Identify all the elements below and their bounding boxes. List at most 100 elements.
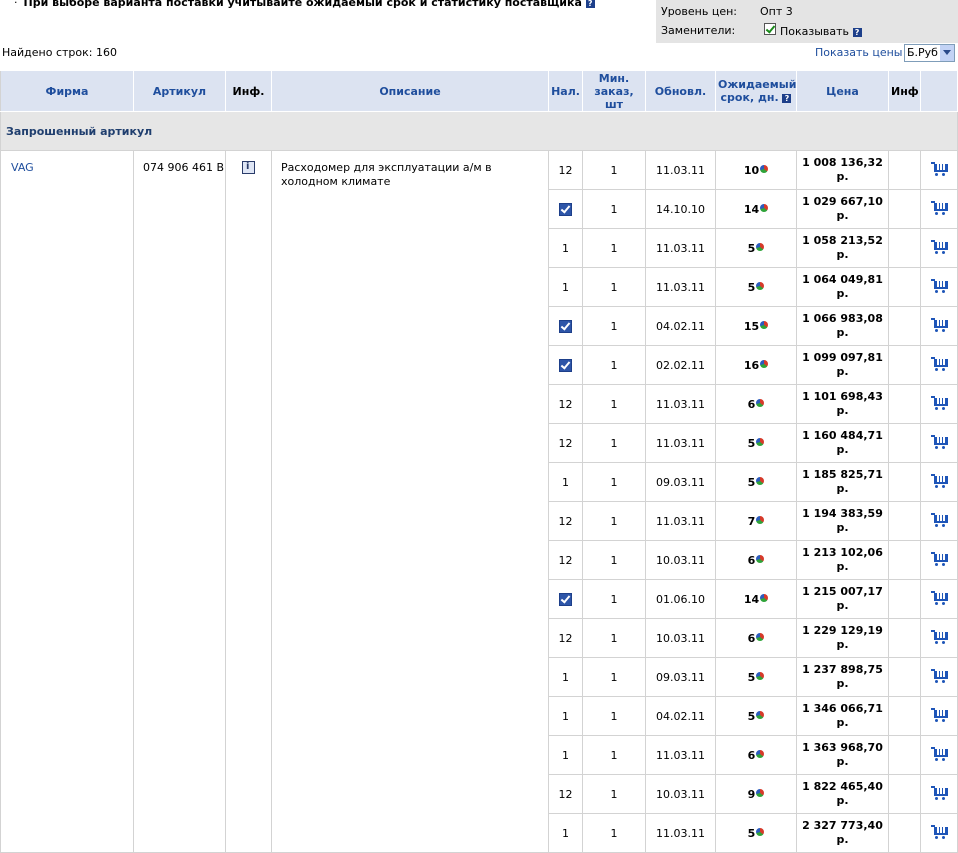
- statistics-pie-icon[interactable]: [756, 710, 765, 719]
- stock-cell: 12: [548, 150, 583, 190]
- statistics-pie-icon[interactable]: [756, 554, 765, 563]
- add-to-cart-icon[interactable]: [931, 746, 948, 761]
- add-to-cart-icon[interactable]: [931, 356, 948, 371]
- notice: · При выборе варианта поставки учитывайте…: [14, 0, 595, 9]
- statistics-pie-icon[interactable]: [760, 164, 769, 173]
- info-icon[interactable]: [242, 161, 255, 174]
- currency-select[interactable]: Б.Руб: [904, 44, 955, 62]
- firm-link[interactable]: VAG: [0, 150, 134, 853]
- stock-cell: 1: [548, 735, 583, 775]
- stock-cell: 1: [548, 657, 583, 697]
- cart-cell: [920, 696, 958, 736]
- price-cell: 1 101 698,43 р.: [796, 384, 889, 424]
- col-info2: Инф: [888, 70, 921, 112]
- info2-cell: [888, 384, 921, 424]
- add-to-cart-icon[interactable]: [931, 824, 948, 839]
- col-info: Инф.: [225, 70, 272, 112]
- term-value: 15: [743, 319, 760, 333]
- term-cell: 5: [715, 657, 797, 697]
- statistics-pie-icon[interactable]: [756, 827, 765, 836]
- statistics-pie-icon[interactable]: [756, 476, 765, 485]
- statistics-pie-icon[interactable]: [760, 593, 769, 602]
- term-cell: 16: [715, 345, 797, 385]
- price-settings-panel: Уровень цен: Опт 3 Заменители: Показыват…: [656, 0, 958, 43]
- info2-cell: [888, 501, 921, 541]
- updated-cell: 04.02.11: [645, 306, 716, 346]
- col-updated[interactable]: Обновл.: [645, 70, 716, 112]
- statistics-pie-icon[interactable]: [756, 749, 765, 758]
- min-order-cell: 1: [582, 579, 646, 619]
- statistics-pie-icon[interactable]: [756, 671, 765, 680]
- stock-cell: 1: [548, 696, 583, 736]
- table-header: Фирма Артикул Инф. Описание Нал. Мин. за…: [0, 70, 958, 112]
- add-to-cart-icon[interactable]: [931, 707, 948, 722]
- show-substitutes-checkbox[interactable]: [764, 23, 776, 35]
- term-value: 5: [747, 670, 756, 684]
- info2-cell: [888, 189, 921, 229]
- cart-cell: [920, 423, 958, 463]
- statistics-pie-icon[interactable]: [756, 437, 765, 446]
- col-expected-term[interactable]: Ожидаемый срок, дн. ?: [715, 70, 797, 112]
- add-to-cart-icon[interactable]: [931, 551, 948, 566]
- term-value: 6: [747, 553, 756, 567]
- updated-cell: 11.03.11: [645, 267, 716, 307]
- cart-cell: [920, 384, 958, 424]
- add-to-cart-icon[interactable]: [931, 512, 948, 527]
- term-cell: 7: [715, 501, 797, 541]
- cart-cell: [920, 306, 958, 346]
- info2-cell: [888, 228, 921, 268]
- price-cell: 1 029 667,10 р.: [796, 189, 889, 229]
- term-cell: 5: [715, 462, 797, 502]
- help-icon[interactable]: ?: [585, 0, 595, 8]
- article-cell: 074 906 461 B: [133, 150, 226, 853]
- updated-cell: 10.03.11: [645, 774, 716, 814]
- add-to-cart-icon[interactable]: [931, 785, 948, 800]
- price-cell: 1 213 102,06 р.: [796, 540, 889, 580]
- info2-cell: [888, 657, 921, 697]
- in-stock-check-icon: [559, 319, 572, 333]
- section-row: Запрошенный артикул: [0, 111, 958, 151]
- description-cell: Расходомер для эксплуатации а/м в холодн…: [271, 150, 549, 853]
- updated-cell: 11.03.11: [645, 501, 716, 541]
- statistics-pie-icon[interactable]: [756, 281, 765, 290]
- statistics-pie-icon[interactable]: [756, 632, 765, 641]
- add-to-cart-icon[interactable]: [931, 590, 948, 605]
- term-value: 5: [747, 280, 756, 294]
- col-description[interactable]: Описание: [271, 70, 549, 112]
- cart-cell: [920, 579, 958, 619]
- add-to-cart-icon[interactable]: [931, 239, 948, 254]
- min-order-cell: 1: [582, 501, 646, 541]
- cart-cell: [920, 618, 958, 658]
- col-cart: [920, 70, 958, 112]
- statistics-pie-icon[interactable]: [756, 242, 765, 251]
- statistics-pie-icon[interactable]: [756, 398, 765, 407]
- statistics-pie-icon[interactable]: [760, 203, 769, 212]
- section-title: Запрошенный артикул: [0, 111, 958, 151]
- offers-table: Фирма Артикул Инф. Описание Нал. Мин. за…: [0, 70, 958, 853]
- statistics-pie-icon[interactable]: [760, 320, 769, 329]
- add-to-cart-icon[interactable]: [931, 200, 948, 215]
- add-to-cart-icon[interactable]: [931, 668, 948, 683]
- add-to-cart-icon[interactable]: [931, 629, 948, 644]
- add-to-cart-icon[interactable]: [931, 395, 948, 410]
- add-to-cart-icon[interactable]: [931, 278, 948, 293]
- add-to-cart-icon[interactable]: [931, 434, 948, 449]
- add-to-cart-icon[interactable]: [931, 317, 948, 332]
- statistics-pie-icon[interactable]: [760, 359, 769, 368]
- col-article[interactable]: Артикул: [133, 70, 226, 112]
- add-to-cart-icon[interactable]: [931, 161, 948, 176]
- term-value: 10: [743, 163, 760, 177]
- help-icon[interactable]: ?: [782, 93, 792, 103]
- show-substitutes-label: Показывать: [780, 25, 850, 38]
- statistics-pie-icon[interactable]: [756, 788, 765, 797]
- col-price[interactable]: Цена: [796, 70, 889, 112]
- help-icon[interactable]: ?: [852, 27, 862, 37]
- col-firm[interactable]: Фирма: [0, 70, 134, 112]
- chevron-down-icon[interactable]: [940, 45, 954, 61]
- add-to-cart-icon[interactable]: [931, 473, 948, 488]
- updated-cell: 11.03.11: [645, 813, 716, 853]
- term-value: 14: [743, 592, 760, 606]
- col-min-order[interactable]: Мин. заказ, шт: [582, 70, 646, 112]
- col-stock[interactable]: Нал.: [548, 70, 583, 112]
- statistics-pie-icon[interactable]: [756, 515, 765, 524]
